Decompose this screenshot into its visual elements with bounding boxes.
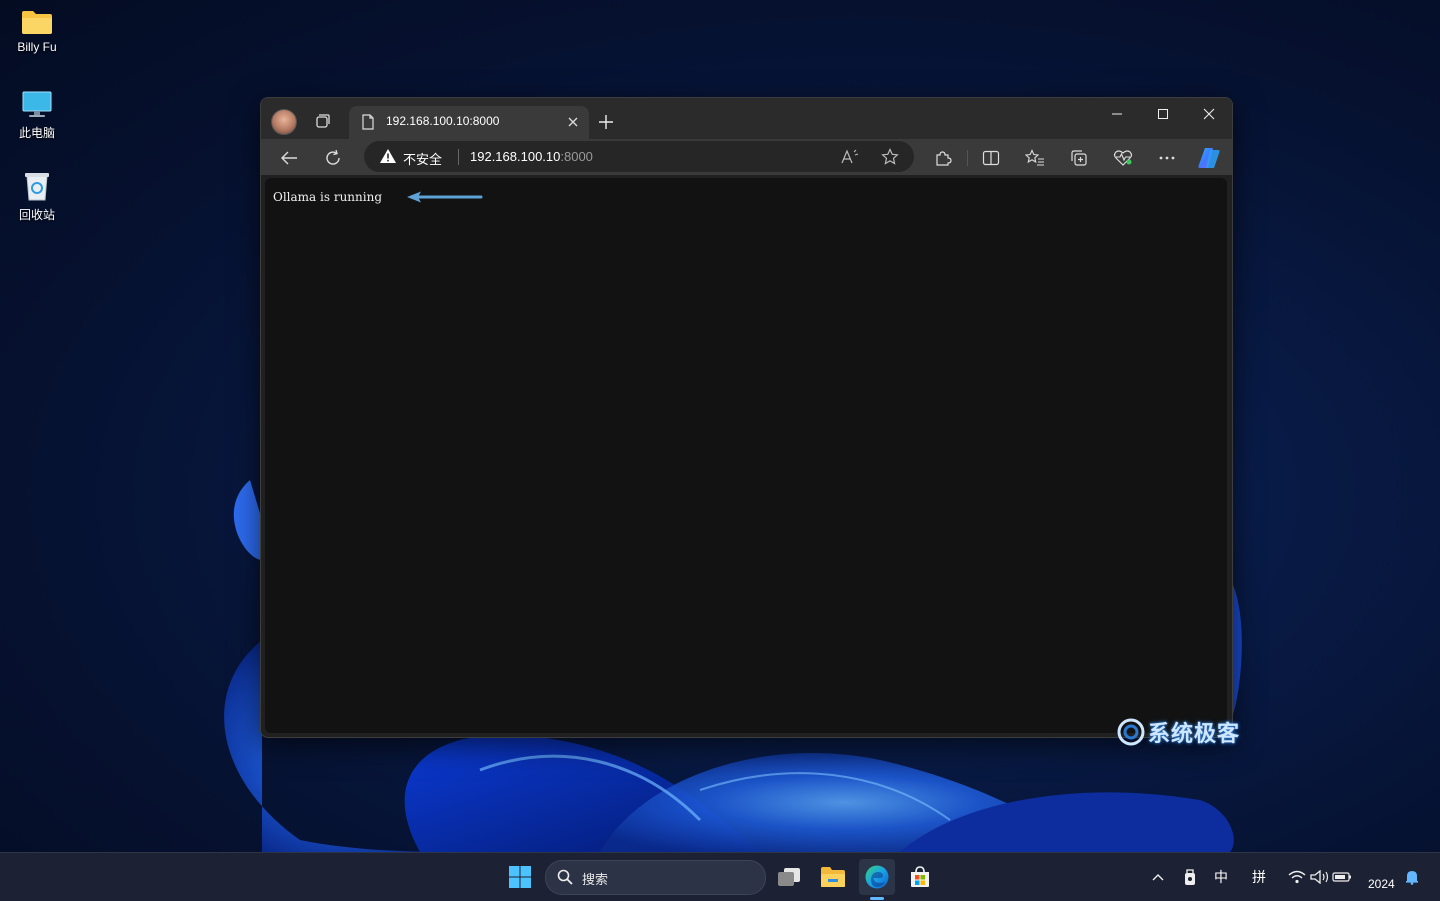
file-explorer-button[interactable] <box>815 859 851 895</box>
workspaces-icon <box>316 114 330 128</box>
page-icon <box>362 114 374 130</box>
maximize-button[interactable] <box>1140 98 1186 130</box>
more-menu-button[interactable] <box>1154 145 1180 171</box>
folder-icon <box>821 867 845 887</box>
notifications-button[interactable] <box>1400 859 1424 895</box>
desktop-icon-this-pc[interactable]: 此电脑 <box>6 90 68 141</box>
arrow-left-icon <box>281 151 297 165</box>
heart-pulse-icon <box>1113 150 1133 166</box>
new-tab-button[interactable] <box>595 111 617 133</box>
split-screen-button[interactable] <box>978 145 1004 171</box>
collections-button[interactable] <box>1066 145 1092 171</box>
url-text[interactable]: 192.168.100.10:8000 <box>470 149 593 164</box>
store-icon <box>911 866 929 887</box>
close-window-button[interactable] <box>1186 98 1232 130</box>
read-aloud-icon <box>841 149 859 164</box>
show-hidden-icons-button[interactable] <box>1146 859 1170 895</box>
tab-active[interactable]: 192.168.100.10:8000 <box>349 106 589 139</box>
favorite-button[interactable] <box>879 146 901 168</box>
collections-icon <box>1071 150 1087 166</box>
toolbar-separator <box>967 150 968 166</box>
desktop-icon-user-folder[interactable]: Billy Fu <box>6 8 68 54</box>
taskbar-search[interactable]: 搜索 <box>545 860 766 895</box>
maximize-icon <box>1158 109 1168 119</box>
back-button[interactable] <box>276 145 302 171</box>
store-button[interactable] <box>902 859 938 895</box>
quick-settings-button[interactable] <box>1284 859 1356 895</box>
plus-icon <box>599 115 613 129</box>
minimize-button[interactable] <box>1094 98 1140 130</box>
refresh-icon <box>326 149 340 165</box>
clock-year[interactable]: 2024 <box>1368 877 1395 891</box>
tray-app-icon <box>1185 869 1195 885</box>
tab-title: 192.168.100.10:8000 <box>386 114 500 128</box>
start-button[interactable] <box>502 859 538 895</box>
star-icon <box>881 148 899 165</box>
more-icon <box>1159 156 1175 160</box>
volume-icon <box>1310 870 1329 884</box>
folder-icon <box>22 11 52 34</box>
address-separator <box>458 149 459 165</box>
task-view-icon <box>778 868 800 886</box>
watermark-text: 系统极客 <box>1148 721 1241 746</box>
favorites-list-icon <box>1025 149 1044 166</box>
edge-icon <box>865 865 889 889</box>
search-placeholder: 搜索 <box>582 872 609 887</box>
read-aloud-button[interactable] <box>839 146 861 168</box>
ime-input-indicator[interactable]: 拼 <box>1252 867 1266 887</box>
bell-icon <box>1406 871 1418 885</box>
desktop-icon-label: 回收站 <box>18 208 55 222</box>
windows-logo-icon <box>509 866 531 888</box>
puzzle-icon <box>936 151 952 166</box>
extensions-button[interactable] <box>930 145 956 171</box>
copilot-icon <box>1198 148 1220 168</box>
recycle-bin-icon <box>25 173 49 201</box>
search-icon <box>557 869 573 885</box>
annotation-arrow <box>407 191 483 203</box>
warning-icon[interactable] <box>379 148 397 164</box>
wifi-icon <box>1288 870 1306 884</box>
page-body-text: Ollama is running <box>273 190 382 204</box>
watermark-logo-icon <box>1117 718 1145 746</box>
split-screen-icon <box>982 150 1000 166</box>
browser-essentials-button[interactable] <box>1110 145 1136 171</box>
tray-app-button[interactable] <box>1178 859 1202 895</box>
page-content: Ollama is running <box>265 178 1227 733</box>
desktop-icon-recycle-bin[interactable]: 回收站 <box>6 170 68 223</box>
copilot-button[interactable] <box>1196 145 1222 171</box>
browser-window: 192.168.100.10:8000 不安全 192.168.100.10:8… <box>260 97 1233 738</box>
chevron-up-icon <box>1152 874 1164 881</box>
close-icon <box>1203 108 1215 120</box>
profile-avatar[interactable] <box>271 109 297 135</box>
task-view-button[interactable] <box>771 859 807 895</box>
minimize-icon <box>1112 113 1122 115</box>
watermark: 系统极客 <box>1116 716 1240 748</box>
navigation-toolbar: 不安全 192.168.100.10:8000 <box>261 139 1232 175</box>
ime-mode-indicator[interactable]: 中 <box>1214 867 1228 887</box>
url-port: :8000 <box>560 149 593 164</box>
close-icon <box>568 117 578 127</box>
desktop-icon-label: Billy Fu <box>17 40 57 54</box>
refresh-button[interactable] <box>320 145 346 171</box>
url-host: 192.168.100.10 <box>470 149 561 164</box>
taskbar: 搜索 中 拼 2024 <box>0 852 1440 901</box>
favorites-button[interactable] <box>1022 145 1048 171</box>
workspaces-button[interactable] <box>311 110 333 132</box>
battery-icon <box>1332 872 1351 882</box>
tab-close-button[interactable] <box>565 114 581 130</box>
tab-bar: 192.168.100.10:8000 <box>261 98 1232 139</box>
computer-icon <box>22 91 52 117</box>
desktop-icon-label: 此电脑 <box>18 126 55 140</box>
address-bar[interactable]: 不安全 192.168.100.10:8000 <box>364 141 914 172</box>
security-label[interactable]: 不安全 <box>403 149 442 168</box>
edge-taskbar-button[interactable] <box>859 859 895 895</box>
